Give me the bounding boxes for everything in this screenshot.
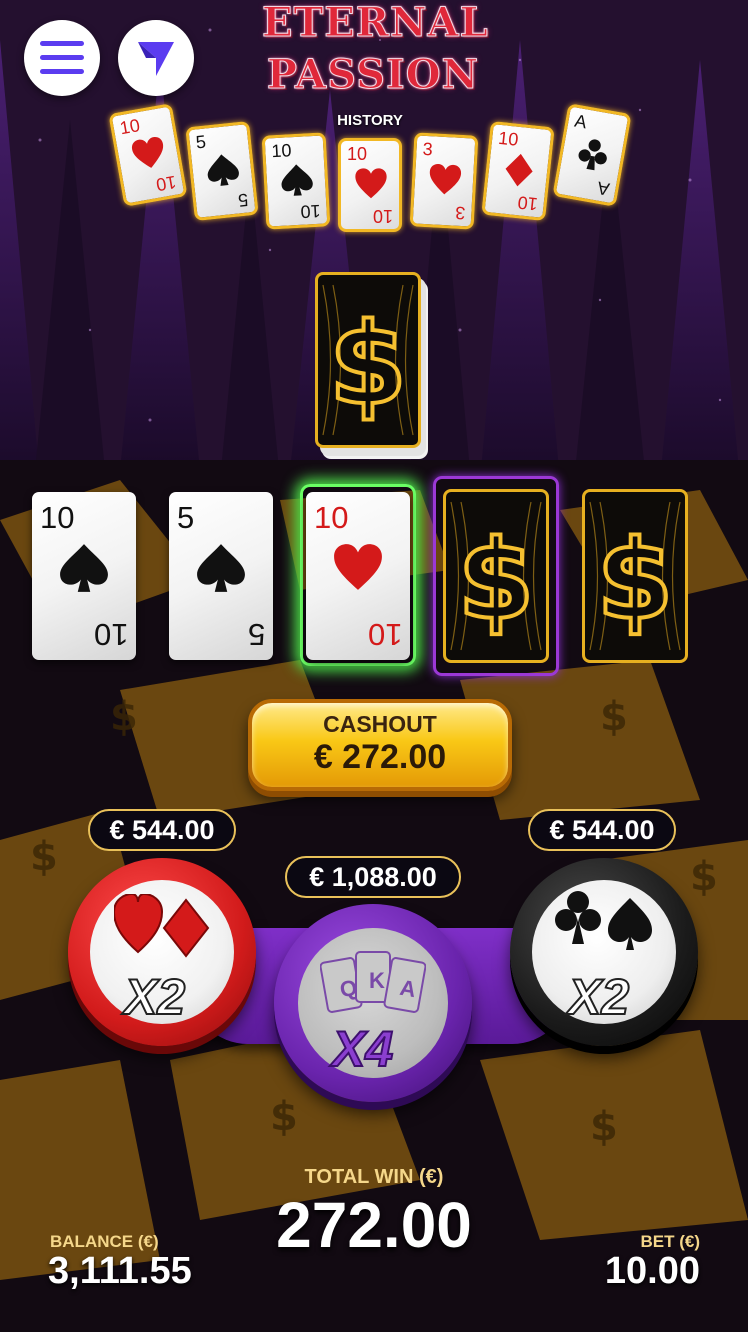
cashout-value: € 272.00 — [313, 738, 447, 776]
history-card-suit — [204, 151, 241, 188]
red-bet-multiplier: X2 — [123, 968, 186, 1026]
game-logo: ETERNAL PASSION — [262, 0, 489, 108]
heart-icon — [131, 137, 164, 168]
history-label: HISTORY — [337, 112, 403, 129]
history-card: 10 10 — [261, 132, 331, 230]
svg-text:$: $ — [458, 516, 535, 644]
svg-text:$: $ — [110, 694, 138, 740]
history-card-rank: 5 — [194, 131, 207, 153]
svg-text:$: $ — [30, 834, 58, 880]
history-card-rank-inverted: 10 — [372, 206, 393, 226]
spade-icon — [281, 164, 313, 196]
history-card: 10 10 — [338, 138, 402, 232]
card-suit — [332, 542, 384, 594]
card-suit — [195, 542, 247, 594]
history-card-suit — [129, 134, 168, 173]
history-card-rank-inverted: 10 — [300, 200, 322, 222]
red-bet-chip[interactable]: X2 — [68, 858, 256, 1046]
history-card-rank-inverted: 10 — [154, 171, 178, 195]
svg-text:$: $ — [690, 854, 718, 900]
history-card-rank-inverted: 10 — [516, 192, 539, 215]
spade-icon — [207, 154, 239, 186]
card-rank-inverted: 5 — [247, 617, 265, 652]
black-bet-multiplier: X2 — [567, 968, 630, 1026]
black-bet-payout: € 544.00 — [528, 809, 676, 851]
card-rank-inverted: 10 — [367, 617, 402, 652]
total-win-value: 272.00 — [276, 1189, 472, 1261]
heart-icon — [429, 164, 462, 195]
history-card-rank: 10 — [270, 140, 292, 162]
face-down-card[interactable]: $ — [582, 489, 688, 663]
playing-card: 10 10 — [306, 492, 410, 660]
red-bet-payout: € 544.00 — [88, 809, 236, 851]
svg-text:$: $ — [329, 300, 407, 430]
svg-text:$: $ — [590, 1104, 618, 1150]
diamond-icon — [505, 153, 533, 187]
cashout-button[interactable]: CASHOUT € 272.00 — [248, 699, 512, 791]
face-bet-payout: € 1,088.00 — [285, 856, 461, 898]
balance-value: 3,111.55 — [48, 1250, 192, 1292]
heart-diamond-icon — [114, 894, 210, 958]
history-card-rank-inverted: 3 — [454, 202, 466, 224]
spade-icon — [197, 544, 245, 592]
history-card: 33 — [409, 132, 479, 230]
cashout-label: CASHOUT — [323, 711, 437, 737]
card-suit — [58, 542, 110, 594]
menu-button[interactable] — [24, 20, 100, 96]
heart-icon — [355, 168, 387, 199]
history-card-rank-inverted: 5 — [237, 189, 250, 211]
playing-card: 10 10 — [32, 492, 136, 660]
svg-text:$: $ — [600, 694, 628, 740]
history-card-rank: 10 — [497, 127, 520, 150]
svg-text:$: $ — [597, 516, 674, 644]
card-rank: 10 — [314, 500, 349, 535]
dollar-sign-icon: $ — [450, 501, 542, 651]
card-rank: 5 — [177, 500, 195, 535]
card-rank-inverted: 10 — [93, 617, 128, 652]
history-card-suit — [427, 162, 463, 198]
spade-icon — [60, 544, 108, 592]
history-card: 10 10 — [481, 120, 555, 222]
history-card-suit — [573, 134, 612, 173]
history-card-rank: A — [572, 110, 589, 133]
svg-text:$: $ — [270, 1094, 298, 1140]
history-card-suit — [279, 162, 315, 198]
bet-value[interactable]: 10.00 — [605, 1250, 700, 1293]
dollar-sign-icon: $ — [322, 284, 414, 436]
club-icon — [578, 139, 607, 171]
history-card: 55 — [185, 120, 259, 222]
navigation-arrow-icon — [138, 42, 174, 76]
card-rank: 10 — [40, 500, 75, 535]
club-spade-icon — [555, 891, 652, 950]
face-bet-chip[interactable]: QKA X4 — [274, 904, 472, 1102]
history-card-rank: 10 — [118, 115, 142, 139]
deck-top-card[interactable]: $ — [315, 272, 421, 448]
hamburger-menu-icon — [40, 41, 84, 74]
history-card-suit — [354, 167, 388, 201]
face-card-letter: K — [369, 968, 385, 993]
playing-card: 55 — [169, 492, 273, 660]
logo-title-line1: ETERNAL — [262, 0, 489, 46]
heart-icon — [334, 544, 382, 590]
black-bet-chip[interactable]: X2 — [510, 858, 698, 1046]
history-card-rank: 3 — [422, 138, 434, 160]
history-card-suit — [500, 151, 537, 188]
logo-title-line2: PASSION — [266, 51, 480, 98]
history-card-rank: 10 — [347, 144, 368, 164]
face-bet-multiplier: X4 — [331, 1020, 394, 1078]
history-card-rank-inverted: A — [595, 177, 612, 200]
face-down-card[interactable]: $ — [443, 489, 549, 663]
balance-label: BALANCE (€) — [50, 1232, 159, 1251]
total-win-label: TOTAL WIN (€) — [304, 1166, 444, 1188]
bet-label: BET (€) — [640, 1232, 701, 1251]
dollar-sign-icon: $ — [589, 501, 681, 651]
navigation-button[interactable] — [118, 20, 194, 96]
